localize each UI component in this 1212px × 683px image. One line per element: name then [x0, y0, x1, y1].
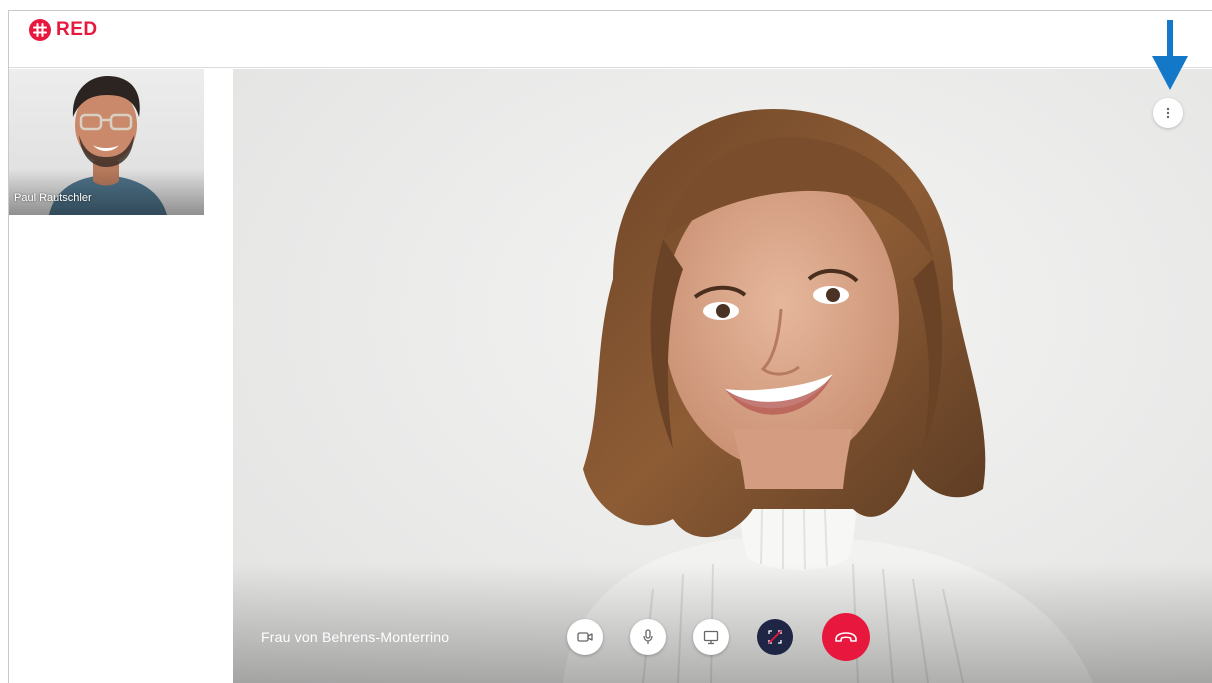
caller-name: Frau von Behrens-Monterrino	[261, 629, 450, 645]
main-video-stage: Frau von Behrens-Monterrino	[233, 69, 1212, 683]
participant-name: Paul Rautschler	[14, 192, 92, 204]
phone-hangup-icon	[835, 632, 857, 642]
brand-hash-icon	[29, 19, 51, 41]
screen-share-button[interactable]	[693, 619, 729, 655]
microphone-button[interactable]	[630, 619, 666, 655]
hangup-button[interactable]	[822, 613, 870, 661]
screen-share-icon	[703, 630, 719, 644]
microphone-icon	[643, 629, 653, 644]
more-options-button[interactable]	[1153, 98, 1183, 128]
camera-icon	[577, 632, 593, 642]
brand-logo[interactable]: RED	[29, 19, 98, 41]
participants-sidebar: Paul Rautschler	[9, 69, 233, 683]
top-bar	[9, 11, 1212, 68]
fullscreen-toggle-button[interactable]	[757, 619, 793, 655]
brand-name: RED	[56, 19, 98, 40]
camera-button[interactable]	[567, 619, 603, 655]
participant-thumbnail[interactable]: Paul Rautschler	[9, 69, 204, 215]
annotation-arrow-icon	[1152, 20, 1188, 90]
fullscreen-off-icon	[768, 630, 782, 644]
more-vertical-icon	[1166, 107, 1170, 119]
